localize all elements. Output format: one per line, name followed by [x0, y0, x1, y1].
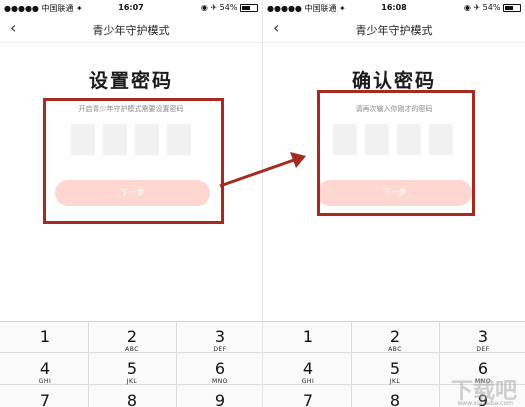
phone-set-password: ●●●●● 中国联通 ✦ 16:07 ◉ ✈ 54% ‹ 青少年守护模式 设置密…: [0, 0, 262, 407]
page-heading: 确认密码: [351, 70, 436, 92]
key-8[interactable]: 8: [352, 392, 438, 407]
key-8[interactable]: 8: [89, 392, 175, 407]
key-1[interactable]: 1: [265, 328, 351, 346]
battery-label: ◉ ✈ 54%: [463, 3, 501, 12]
battery-icon: [503, 3, 521, 12]
highlight-frame: [317, 90, 475, 216]
battery-indicator: ◉ ✈ 54%: [464, 3, 521, 12]
key-4[interactable]: 4 GHI: [2, 360, 88, 386]
battery-label: ◉ ✈ 54%: [200, 3, 238, 12]
numeric-keypad: 1 2 ABC 3 DEF 4 GHI 5 JKL 6 MNO 7 8 9: [0, 321, 262, 407]
page-heading: 设置密码: [88, 70, 173, 92]
status-bar: ●●●●● 中国联通 ✦ 16:07 ◉ ✈ 54%: [0, 0, 262, 16]
watermark-url: www.xiazaiba.com: [457, 400, 513, 407]
key-7[interactable]: 7: [2, 392, 88, 407]
battery-icon: [240, 3, 258, 12]
nav-bar: ‹ 青少年守护模式: [0, 16, 262, 43]
highlight-frame: [43, 98, 224, 224]
key-2[interactable]: 2 ABC: [89, 328, 175, 354]
nav-title: 青少年守护模式: [92, 24, 170, 37]
status-bar: ●●●●● 中国联通 ✦ 16:08 ◉ ✈ 54%: [263, 0, 525, 16]
key-5[interactable]: 5 JKL: [89, 360, 175, 386]
key-1[interactable]: 1: [2, 328, 88, 346]
key-3[interactable]: 3 DEF: [440, 328, 525, 354]
phone-confirm-password: ●●●●● 中国联通 ✦ 16:08 ◉ ✈ 54% ‹ 青少年守护模式 确认密…: [263, 0, 525, 407]
key-2[interactable]: 2 ABC: [352, 328, 438, 354]
key-4[interactable]: 4 GHI: [265, 360, 351, 386]
key-7[interactable]: 7: [265, 392, 351, 407]
key-9[interactable]: 9: [177, 392, 262, 407]
key-5[interactable]: 5 JKL: [352, 360, 438, 386]
key-3[interactable]: 3 DEF: [177, 328, 262, 354]
nav-bar: ‹ 青少年守护模式: [263, 16, 525, 43]
arrow-right-icon: [219, 152, 306, 188]
key-6[interactable]: 6 MNO: [177, 360, 262, 386]
battery-indicator: ◉ ✈ 54%: [201, 3, 258, 12]
nav-title: 青少年守护模式: [355, 24, 433, 37]
